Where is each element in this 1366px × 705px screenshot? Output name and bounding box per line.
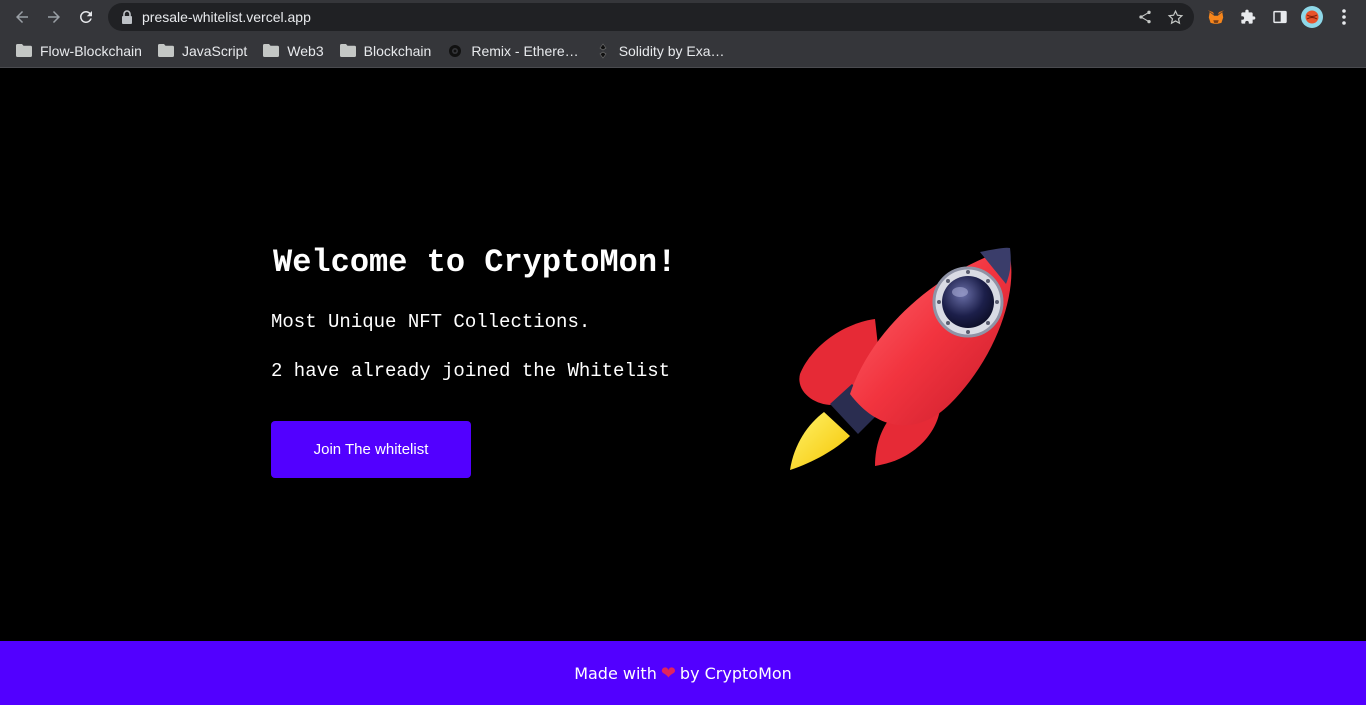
- hero-section: Welcome to CryptoMon! Most Unique NFT Co…: [271, 244, 731, 478]
- url-text[interactable]: presale-whitelist.vercel.app: [142, 9, 1130, 25]
- star-icon[interactable]: [1160, 3, 1190, 31]
- bookmark-label: JavaScript: [181, 42, 248, 59]
- bookmarks-bar: Flow-Blockchain JavaScript Web3 Blockcha…: [0, 34, 1366, 68]
- arrow-right-icon: [48, 11, 60, 23]
- bookmark-label: Web3: [287, 42, 324, 59]
- bookmark-web3[interactable]: Web3: [255, 37, 331, 65]
- rocket-image: [790, 247, 1012, 470]
- heart-icon: ❤: [660, 662, 676, 684]
- browser-toolbar: presale-whitelist.vercel.app: [0, 0, 1366, 34]
- lock-icon: [120, 10, 134, 24]
- metamask-icon[interactable]: [1200, 0, 1232, 34]
- folder-icon: [339, 44, 356, 57]
- forward-button[interactable]: [38, 1, 70, 33]
- footer-prefix: Made with: [574, 663, 657, 683]
- hero-description: Most Unique NFT Collections.: [271, 311, 591, 333]
- menu-kebab-icon[interactable]: [1328, 0, 1360, 34]
- whitelist-count: 2 have already joined the Whitelist: [271, 360, 671, 382]
- folder-icon: [157, 44, 174, 57]
- folder-icon: [263, 44, 280, 57]
- address-bar[interactable]: presale-whitelist.vercel.app: [108, 3, 1194, 31]
- footer-suffix: by CryptoMon: [679, 663, 792, 683]
- page-content: Welcome to CryptoMon! Most Unique NFT Co…: [0, 69, 1366, 641]
- bookmark-label: Flow-Blockchain: [40, 42, 142, 59]
- folder-icon: [16, 44, 32, 57]
- puzzle-icon[interactable]: [1232, 0, 1264, 34]
- profile-avatar[interactable]: [1296, 0, 1328, 34]
- footer: Made with ❤ by CryptoMon: [0, 641, 1366, 705]
- bookmark-flow-blockchain[interactable]: Flow-Blockchain: [8, 37, 150, 65]
- bookmark-label: Solidity by Exa…: [618, 42, 725, 59]
- bookmark-solidity[interactable]: Solidity by Exa…: [587, 37, 733, 65]
- bookmark-javascript[interactable]: JavaScript: [150, 37, 255, 65]
- bookmark-label: Remix - Ethere…: [471, 42, 579, 59]
- reload-button[interactable]: [70, 1, 102, 33]
- arrow-left-icon: [16, 11, 28, 23]
- bookmark-label: Blockchain: [363, 42, 432, 59]
- remix-icon: [447, 43, 463, 59]
- extensions-area: [1200, 0, 1360, 34]
- side-panel-icon[interactable]: [1264, 0, 1296, 34]
- bookmark-remix[interactable]: Remix - Ethere…: [439, 37, 586, 65]
- bookmark-blockchain[interactable]: Blockchain: [332, 37, 440, 65]
- page-title: Welcome to CryptoMon!: [273, 244, 677, 281]
- share-icon[interactable]: [1130, 3, 1160, 31]
- join-whitelist-button[interactable]: Join The whitelist: [271, 421, 471, 478]
- reload-icon: [79, 10, 92, 23]
- solidity-icon: [595, 43, 611, 59]
- back-button[interactable]: [6, 1, 38, 33]
